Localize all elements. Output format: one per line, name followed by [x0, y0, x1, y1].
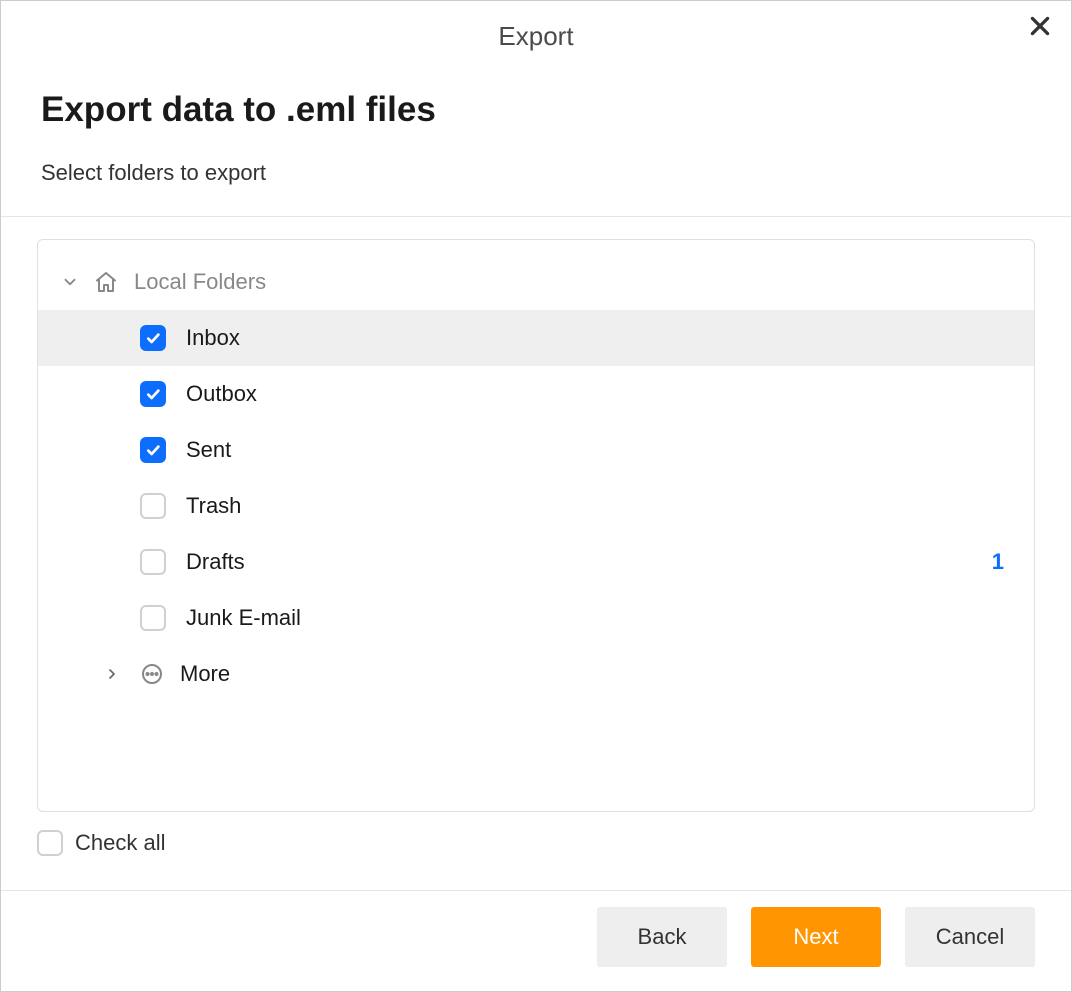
chevron-down-icon[interactable]: [56, 268, 84, 296]
check-all-row: Check all: [37, 830, 1035, 856]
tree-more-label: More: [180, 661, 1004, 687]
tree-item-more[interactable]: More: [38, 646, 1034, 702]
tree-root-local-folders[interactable]: Local Folders: [38, 254, 1034, 310]
dialog-title: Export: [498, 21, 573, 51]
folder-checkbox[interactable]: [140, 381, 166, 407]
folder-tree: Local Folders Inbox Outbox Sent Trash Drafts…: [37, 239, 1035, 812]
chevron-right-icon[interactable]: [98, 666, 126, 682]
page-title: Export data to .eml files: [41, 90, 1031, 130]
dialog-header: Export: [1, 1, 1071, 60]
folder-checkbox[interactable]: [140, 437, 166, 463]
tree-item[interactable]: Trash: [38, 478, 1034, 534]
page-subtitle: Select folders to export: [41, 160, 1031, 186]
folder-label: Junk E-mail: [186, 605, 1004, 631]
folder-label: Sent: [186, 437, 1004, 463]
next-button[interactable]: Next: [751, 907, 881, 967]
tree-item[interactable]: Drafts1: [38, 534, 1034, 590]
dialog-subheader: Export data to .eml files Select folders…: [1, 60, 1071, 216]
tree-item[interactable]: Inbox: [38, 310, 1034, 366]
home-icon: [92, 268, 120, 296]
back-button[interactable]: Back: [597, 907, 727, 967]
check-all-checkbox[interactable]: [37, 830, 63, 856]
folder-checkbox[interactable]: [140, 325, 166, 351]
tree-item[interactable]: Outbox: [38, 366, 1034, 422]
tree-root-label: Local Folders: [134, 269, 1004, 295]
folder-checkbox[interactable]: [140, 549, 166, 575]
folder-label: Drafts: [186, 549, 992, 575]
folder-label: Trash: [186, 493, 1004, 519]
folder-checkbox[interactable]: [140, 493, 166, 519]
check-all-label: Check all: [75, 830, 165, 856]
tree-item[interactable]: Junk E-mail: [38, 590, 1034, 646]
ellipsis-icon: [138, 660, 166, 688]
tree-item[interactable]: Sent: [38, 422, 1034, 478]
dialog-footer: Back Next Cancel: [1, 890, 1071, 991]
folder-label: Inbox: [186, 325, 1004, 351]
close-icon[interactable]: [1027, 13, 1053, 44]
folder-badge: 1: [992, 549, 1004, 575]
content-area: Local Folders Inbox Outbox Sent Trash Drafts…: [1, 217, 1071, 890]
folder-label: Outbox: [186, 381, 1004, 407]
cancel-button[interactable]: Cancel: [905, 907, 1035, 967]
folder-checkbox[interactable]: [140, 605, 166, 631]
